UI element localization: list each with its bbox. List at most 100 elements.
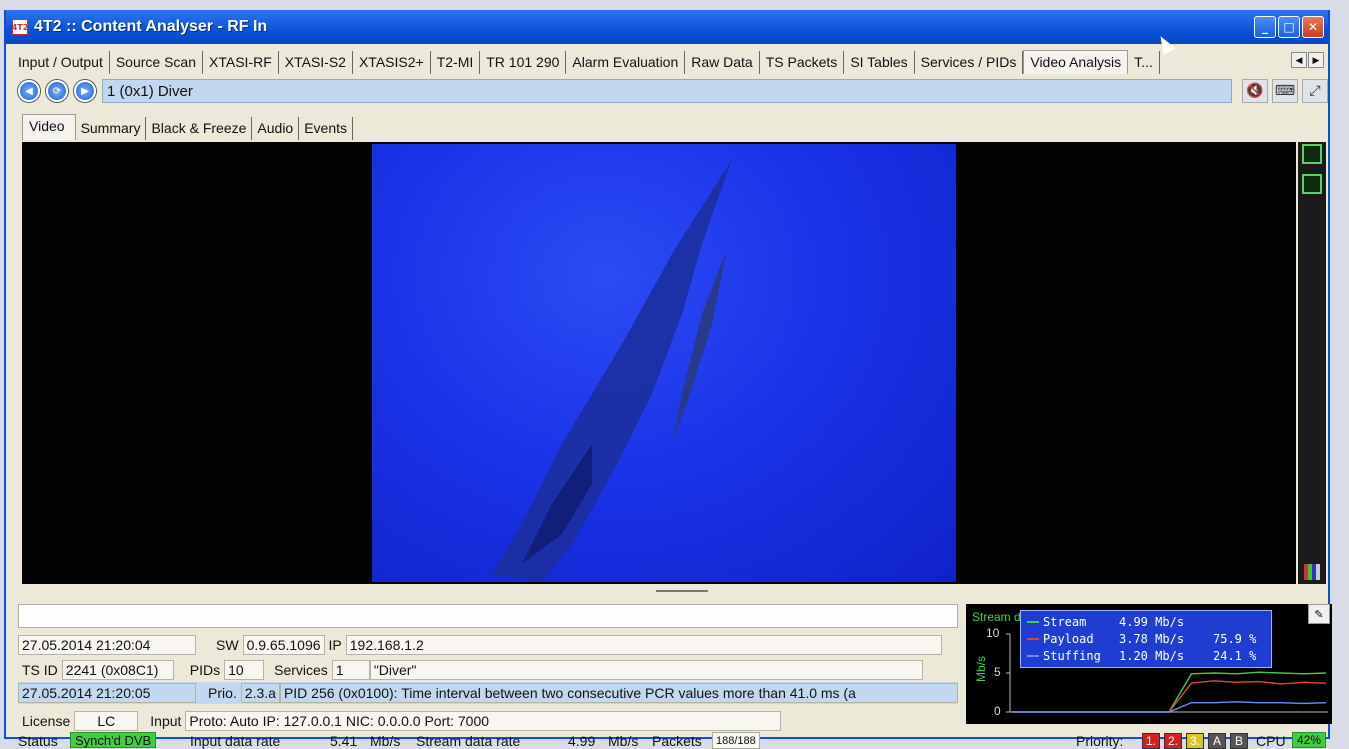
legend-value-stuffing: 1.20 Mb/s [1119,648,1185,663]
subtab-audio[interactable]: Audio [252,117,300,140]
service-name: "Diver" [369,660,923,680]
ip-address: 192.168.1.2 [345,635,942,655]
panel-splitter[interactable] [656,590,708,600]
ip-label: IP [328,637,342,653]
service-toolbar: ◀ ⟳ ▶ 1 (0x1) Diver 🔇 ⌨ ⤢ [18,78,1328,104]
close-icon[interactable]: ✕ [1302,16,1324,38]
previous-icon[interactable]: ◀ [18,80,40,102]
tab-alarm-evaluation[interactable]: Alarm Evaluation [566,51,686,74]
video-frame [372,144,956,582]
overlay-mode-icon[interactable] [1302,174,1322,194]
tab-ts-packets[interactable]: TS Packets [760,51,845,74]
legend-payload: Payload 3.78 Mb/s 75.9 % [1027,630,1265,647]
legend-percent-stuffing: 24.1 % [1213,648,1257,663]
priority-indicators: 1. 2. 3. A B [1138,732,1248,749]
display-mode-icon[interactable] [1302,144,1322,164]
subtab-black-freeze[interactable]: Black & Freeze [146,117,253,140]
event-row[interactable]: 27.05.2014 21:20:05 Prio. 2.3.a PID 256 … [18,682,958,704]
mute-icon[interactable]: 🔇 [1242,79,1268,103]
sw-version: 0.9.65.1096 [242,635,325,655]
title-bar[interactable]: 4T2 4T2 :: Content Analyser - RF In _ □ … [6,10,1328,56]
license-value: LC [74,711,139,731]
priority-1-indicator[interactable]: 1. [1142,732,1160,749]
main-tab-bar: Input / Output Source Scan XTASI-RF XTAS… [12,48,1326,74]
services-label: Services [274,662,328,678]
window-title: 4T2 :: Content Analyser - RF In [34,18,268,35]
tab-scroll-left-icon[interactable]: ◀ [1291,52,1307,68]
color-bars-icon[interactable] [1304,564,1320,580]
subtab-events[interactable]: Events [299,117,354,140]
legend-swatch-payload [1027,637,1039,640]
tab-scroll-right-icon[interactable]: ▶ [1308,52,1324,68]
cpu-value: 42% [1292,732,1327,748]
video-side-strip [1298,142,1326,584]
legend-swatch-stream [1027,620,1039,623]
stream-rate-unit: Mb/s [608,732,639,749]
play-icon[interactable]: ▶ [74,80,96,102]
chart-settings-icon[interactable]: ✎ [1308,604,1330,624]
subtab-video[interactable]: Video [22,114,76,140]
app-window: 4T2 4T2 :: Content Analyser - RF In _ □ … [4,10,1332,749]
legend-stream: Stream 4.99 Mb/s [1027,613,1265,630]
video-preview [22,142,1296,584]
event-message: PID 256 (0x0100): Time interval between … [279,683,958,703]
tab-si-tables[interactable]: SI Tables [844,51,915,74]
tab-video-analysis[interactable]: Video Analysis [1023,50,1129,74]
priority-b-indicator[interactable]: B [1230,732,1248,749]
legend-percent-payload: 75.9 % [1213,631,1257,646]
tab-input-output[interactable]: Input / Output [12,51,110,74]
timestamp: 27.05.2014 21:20:04 [18,635,196,655]
tab-source-scan[interactable]: Source Scan [110,51,204,74]
tab-truncated[interactable]: T... [1128,51,1160,74]
stream-rate-chart: Stream data rate Mb/s 10 5 0 Stream 4.99… [966,604,1332,724]
tab-xtasi-rf[interactable]: XTASI-RF [203,51,279,74]
fullscreen-icon[interactable]: ⤢ [1302,79,1328,103]
chart-legend: Stream 4.99 Mb/s Payload 3.78 Mb/s 75.9 … [1020,610,1272,668]
input-rate-unit: Mb/s [370,732,401,749]
series-line-stream [1012,671,1327,713]
keyboard-icon[interactable]: ⌨ [1272,79,1298,103]
subtab-summary[interactable]: Summary [76,117,147,140]
stream-rate-label: Stream data rate [416,732,521,749]
input-value: Proto: Auto IP: 127.0.0.1 NIC: 0.0.0.0 P… [185,711,782,731]
tab-xtasis2-plus[interactable]: XTASIS2+ [353,51,431,74]
priority-a-indicator[interactable]: A [1208,732,1226,749]
refresh-icon[interactable]: ⟳ [46,80,68,102]
cpu-label: CPU [1256,732,1286,749]
legend-name-stream: Stream [1043,614,1087,629]
legend-name-stuffing: Stuffing [1043,648,1101,663]
info-panel: 27.05.2014 21:20:04 SW 0.9.65.1096 IP 19… [18,604,958,739]
maximize-icon[interactable]: □ [1278,16,1300,38]
input-rate-label: Input data rate [190,732,281,749]
ts-id-label: TS ID [22,662,58,678]
info-row-device: 27.05.2014 21:20:04 SW 0.9.65.1096 IP 19… [18,634,942,656]
service-selector[interactable]: 1 (0x1) Diver [102,79,1232,103]
tab-services-pids[interactable]: Services / PIDs [915,51,1024,74]
services-value: 1 [331,660,370,680]
minimize-icon[interactable]: _ [1254,16,1276,38]
legend-name-payload: Payload [1043,631,1094,646]
tab-xtasi-s2[interactable]: XTASI-S2 [279,51,353,74]
pids-label: PIDs [189,662,221,678]
packets-label: Packets [652,732,702,749]
priority-label: Priority: [1076,732,1124,749]
priority-3-indicator[interactable]: 3. [1186,732,1204,749]
tab-tr-101-290[interactable]: TR 101 290 [480,51,567,74]
info-row-license: License LC Input Proto: Auto IP: 127.0.0… [18,710,782,732]
series-line-stuffing [1012,701,1327,713]
legend-swatch-stuffing [1027,654,1039,657]
fish-image [492,159,732,582]
tab-raw-data[interactable]: Raw Data [685,51,760,74]
status-bar: Status Synch'd DVB Input data rate 5.41 … [18,732,1330,749]
event-timestamp: 27.05.2014 21:20:05 [18,683,196,703]
priority-2-indicator[interactable]: 2. [1164,732,1182,749]
tab-t2-mi[interactable]: T2-MI [431,51,481,74]
legend-stuffing: Stuffing 1.20 Mb/s 24.1 % [1027,647,1265,664]
status-label: Status [18,732,58,749]
sw-label: SW [216,637,239,653]
packets-value: 188/188 [712,732,760,749]
prio-label: Prio. [208,685,237,701]
series-line-payload [1012,680,1327,713]
pids-value: 10 [224,660,265,680]
status-badge: Synch'd DVB [70,732,157,748]
